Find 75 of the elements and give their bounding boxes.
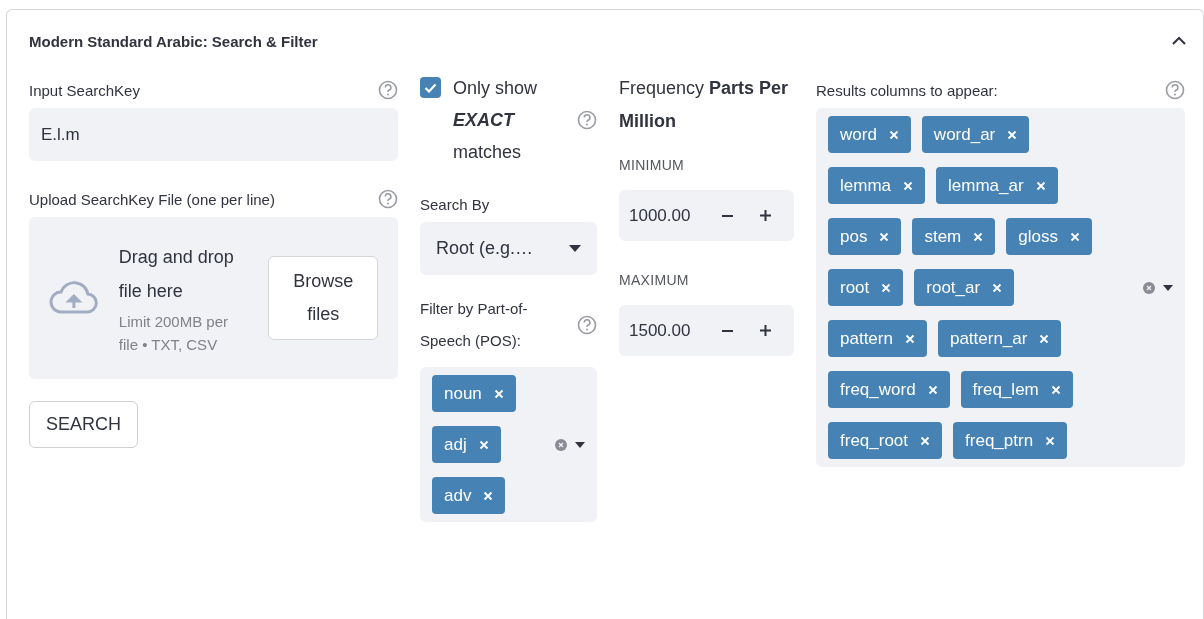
field-label: Results columns to appear: [816,81,998,99]
remove-icon[interactable] [881,282,892,293]
tag-chip[interactable]: adv [432,477,506,514]
field-label: Search By [420,195,490,213]
field-label: Filter by Part-of-Speech (POS): [420,299,529,351]
number-field[interactable]: 1000.00 [619,190,794,241]
tag-chip[interactable]: lemma [828,167,925,204]
remove-icon[interactable] [1045,435,1056,446]
number-field[interactable]: 1500.00 [619,305,794,356]
browse-files-button[interactable]: Browse files [268,256,378,340]
tag-chip[interactable]: freq_word [828,371,950,408]
plus-icon[interactable] [759,210,771,221]
tag-chip[interactable]: pattern_ar [937,320,1062,357]
checkbox[interactable] [420,77,441,98]
tag-chip[interactable]: adj [432,426,501,463]
tag-chip[interactable]: freq_lem [960,371,1073,408]
caret-icon[interactable] [575,441,585,448]
remove-icon[interactable] [1069,231,1080,242]
remove-icon[interactable] [992,282,1003,293]
collapse-icon[interactable] [1171,35,1187,47]
tag-chip[interactable]: freq_root [828,422,943,459]
field-label: MINIMUM [619,156,686,175]
remove-icon[interactable] [920,435,931,446]
remove-icon[interactable] [888,129,899,140]
select-field[interactable]: Root (e.g.… [420,222,597,275]
tag-chip[interactable]: pos [828,218,902,255]
remove-icon[interactable] [478,439,489,450]
remove-icon[interactable] [1035,180,1046,191]
remove-icon[interactable] [1007,129,1018,140]
tag-chip[interactable]: word [828,116,911,153]
tag-chip[interactable]: freq_ptrn [953,422,1068,459]
clear-icon[interactable] [555,438,567,451]
remove-icon[interactable] [1050,384,1061,395]
caret-icon [569,245,581,252]
field-label: Input SearchKey [29,81,140,99]
tag-chip[interactable]: lemma_ar [936,167,1058,204]
remove-icon[interactable] [973,231,984,242]
minus-icon[interactable] [722,214,734,217]
checkbox-label: Only show EXACT matches [453,77,539,164]
remove-icon[interactable] [903,180,913,191]
help-icon[interactable] [577,315,597,335]
remove-icon[interactable] [879,231,890,242]
limit-text: Limit 200MB per file • TXT, CSV [118,312,229,355]
field-label: Upload SearchKey File (one per line) [29,190,275,208]
file-dropzone[interactable]: Drag and drop file here Limit 200MB per file • TXT, CSV Browse files [29,217,398,379]
help-icon[interactable] [378,80,398,100]
remove-icon[interactable] [904,333,915,344]
plus-icon[interactable] [759,325,771,336]
tag-chip[interactable]: noun [432,375,516,412]
tag-chip[interactable]: gloss [1006,218,1092,255]
drop-text: Drag and drop file here [118,246,235,303]
multiselect-field[interactable]: noun adj adv [420,367,597,522]
remove-icon[interactable] [927,384,938,395]
help-icon[interactable] [577,110,597,130]
search-button[interactable]: SEARCH [29,401,138,448]
minus-icon[interactable] [722,329,734,332]
remove-icon[interactable] [493,388,504,399]
help-icon[interactable] [378,189,398,209]
clear-icon[interactable] [1143,281,1155,294]
tag-chip[interactable]: word_ar [921,116,1030,153]
tag-chip[interactable]: stem [912,218,996,255]
searchkey-field[interactable]: E.l.m [29,108,398,161]
tag-chip[interactable]: root [828,269,904,306]
tag-chip[interactable]: pattern [828,320,927,357]
help-icon[interactable] [1165,80,1185,100]
multiselect-field[interactable]: word word_ar lemma lemma_ar pos stem gloss root root_ar pattern pattern_ar freq_word freq_lem freq_root freq_ptrn [816,108,1185,467]
remove-icon[interactable] [1039,333,1050,344]
checkmark-icon [424,82,437,93]
remove-icon[interactable] [483,490,494,501]
tag-chip[interactable]: root_ar [914,269,1015,306]
field-label: Frequency Parts Per Million [619,77,790,133]
caret-icon[interactable] [1163,284,1173,291]
panel-title: Modern Standard Arabic: Search & Filter [29,32,318,50]
field-label: MAXIMUM [619,271,690,290]
cloud-upload-icon [49,281,99,315]
